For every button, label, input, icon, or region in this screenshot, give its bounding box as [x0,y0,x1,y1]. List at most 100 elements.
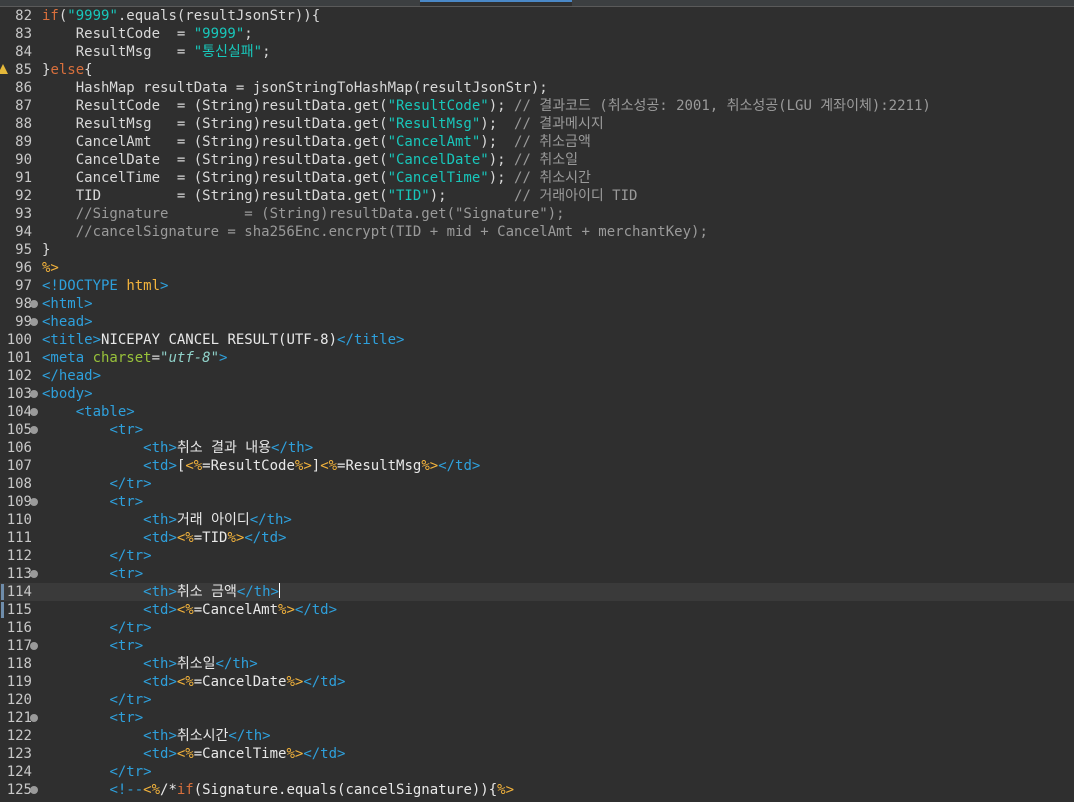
code-text[interactable]: <th>취소시간</th> [42,727,270,745]
code-line[interactable]: 90 CancelDate = (String)resultData.get("… [0,151,1074,169]
code-text[interactable]: <tr> [42,565,143,583]
code-text[interactable]: <html> [42,295,93,313]
code-line[interactable]: 120 </tr> [0,691,1074,709]
code-text[interactable]: CancelDate = (String)resultData.get("Can… [42,151,578,169]
code-text[interactable]: <!DOCTYPE html> [42,277,168,295]
code-line[interactable]: 87 ResultCode = (String)resultData.get("… [0,97,1074,115]
code-text[interactable]: <body> [42,385,93,403]
code-line[interactable]: 106 <th>취소 결과 내용</th> [0,439,1074,457]
code-line[interactable]: 111 <td><%=TID%></td> [0,529,1074,547]
code-text[interactable]: TID = (String)resultData.get("TID"); // … [42,187,638,205]
code-text[interactable]: </tr> [42,763,151,781]
code-text[interactable]: <!--<%/*if(Signature.equals(cancelSignat… [42,781,514,799]
code-line[interactable]: 124 </tr> [0,763,1074,781]
code-line[interactable]: 110 <th>거래 아이디</th> [0,511,1074,529]
fold-toggle-icon[interactable] [30,318,38,326]
code-line[interactable]: 92 TID = (String)resultData.get("TID"); … [0,187,1074,205]
code-text[interactable]: ResultMsg = (String)resultData.get("Resu… [42,115,604,133]
code-line[interactable]: 115 <td><%=CancelAmt%></td> [0,601,1074,619]
code-text[interactable]: <th>거래 아이디</th> [42,511,292,529]
code-line[interactable]: 93 //Signature = (String)resultData.get(… [0,205,1074,223]
code-text[interactable]: HashMap resultData = jsonStringToHashMap… [42,79,548,97]
code-line[interactable]: 96 %> [0,259,1074,277]
code-line[interactable]: 94 //cancelSignature = sha256Enc.encrypt… [0,223,1074,241]
code-text[interactable]: <tr> [42,709,143,727]
fold-toggle-icon[interactable] [30,786,38,794]
fold-toggle-icon[interactable] [30,498,38,506]
code-line[interactable]: 122 <th>취소시간</th> [0,727,1074,745]
code-text[interactable]: <td><%=CancelDate%></td> [42,673,345,691]
code-line[interactable]: 125 <!--<%/*if(Signature.equals(cancelSi… [0,781,1074,799]
code-text[interactable]: <table> [42,403,135,421]
code-editor[interactable]: 82 if("9999".equals(resultJsonStr)){83 Re… [0,0,1074,802]
code-line[interactable]: 95} [0,241,1074,259]
code-text[interactable]: }else{ [42,61,93,79]
code-line[interactable]: 84 ResultMsg = "통신실패"; [0,43,1074,61]
code-line[interactable]: 86 HashMap resultData = jsonStringToHash… [0,79,1074,97]
code-text[interactable]: <tr> [42,637,143,655]
code-text[interactable]: %> [42,259,59,277]
code-line[interactable]: 105 <tr> [0,421,1074,439]
code-line[interactable]: 108 </tr> [0,475,1074,493]
code-text[interactable]: //Signature = (String)resultData.get("Si… [42,205,565,223]
code-line[interactable]: 119 <td><%=CancelDate%></td> [0,673,1074,691]
code-text[interactable]: <td><%=TID%></td> [42,529,286,547]
code-line[interactable]: 107 <td>[<%=ResultCode%>]<%=ResultMsg%><… [0,457,1074,475]
code-text[interactable]: <tr> [42,493,143,511]
code-text[interactable]: //cancelSignature = sha256Enc.encrypt(TI… [42,223,708,241]
code-line[interactable]: 117 <tr> [0,637,1074,655]
code-line[interactable]: 116 </tr> [0,619,1074,637]
code-line[interactable]: 102 </head> [0,367,1074,385]
code-line[interactable]: 113 <tr> [0,565,1074,583]
fold-toggle-icon[interactable] [30,714,38,722]
active-editor-tab[interactable] [420,0,572,6]
code-text[interactable]: <th>취소 금액</th> [42,583,280,601]
code-line[interactable]: 99 <head> [0,313,1074,331]
code-line[interactable]: 91 CancelTime = (String)resultData.get("… [0,169,1074,187]
code-text[interactable]: <head> [42,313,93,331]
code-line[interactable]: 104 <table> [0,403,1074,421]
fold-toggle-icon[interactable] [30,408,38,416]
fold-toggle-icon[interactable] [30,642,38,650]
code-text[interactable]: <td><%=CancelAmt%></td> [42,601,337,619]
code-line[interactable]: 101 <meta charset="utf-8"> [0,349,1074,367]
code-text[interactable]: <td><%=CancelTime%></td> [42,745,345,763]
code-line[interactable]: 114 <th>취소 금액</th> [0,583,1074,601]
code-line[interactable]: 121 <tr> [0,709,1074,727]
code-line[interactable]: 82 if("9999".equals(resultJsonStr)){ [0,7,1074,25]
code-line[interactable]: 85}else{ [0,61,1074,79]
code-text[interactable]: </tr> [42,691,151,709]
code-text[interactable]: CancelTime = (String)resultData.get("Can… [42,169,591,187]
code-text[interactable]: <th>취소일</th> [42,655,258,673]
code-line[interactable]: 112 </tr> [0,547,1074,565]
code-text[interactable]: } [42,241,50,259]
code-text[interactable]: </head> [42,367,101,385]
code-line[interactable]: 97 <!DOCTYPE html> [0,277,1074,295]
code-line[interactable]: 88 ResultMsg = (String)resultData.get("R… [0,115,1074,133]
code-text[interactable]: ResultCode = "9999"; [42,25,253,43]
code-text[interactable]: <meta charset="utf-8"> [42,349,227,367]
code-line[interactable]: 118 <th>취소일</th> [0,655,1074,673]
code-line[interactable]: 109 <tr> [0,493,1074,511]
code-line[interactable]: 103 <body> [0,385,1074,403]
code-text[interactable]: ResultMsg = "통신실패"; [42,43,271,61]
code-text[interactable]: if("9999".equals(resultJsonStr)){ [42,7,320,25]
code-text[interactable]: <tr> [42,421,143,439]
code-text[interactable]: <title>NICEPAY CANCEL RESULT(UTF-8)</tit… [42,331,404,349]
code-text[interactable]: <td>[<%=ResultCode%>]<%=ResultMsg%></td> [42,457,480,475]
code-line[interactable]: 83 ResultCode = "9999"; [0,25,1074,43]
code-line[interactable]: 98 <html> [0,295,1074,313]
code-text[interactable]: ResultCode = (String)resultData.get("Res… [42,97,931,115]
fold-toggle-icon[interactable] [30,390,38,398]
code-text[interactable]: </tr> [42,475,151,493]
fold-toggle-icon[interactable] [30,570,38,578]
code-text[interactable]: CancelAmt = (String)resultData.get("Canc… [42,133,591,151]
code-line[interactable]: 89 CancelAmt = (String)resultData.get("C… [0,133,1074,151]
code-text[interactable]: </tr> [42,547,151,565]
fold-toggle-icon[interactable] [30,426,38,434]
code-line[interactable]: 123 <td><%=CancelTime%></td> [0,745,1074,763]
fold-toggle-icon[interactable] [30,300,38,308]
code-text[interactable]: </tr> [42,619,151,637]
code-line[interactable]: 100 <title>NICEPAY CANCEL RESULT(UTF-8)</… [0,331,1074,349]
code-lines[interactable]: 82 if("9999".equals(resultJsonStr)){83 Re… [0,7,1074,799]
